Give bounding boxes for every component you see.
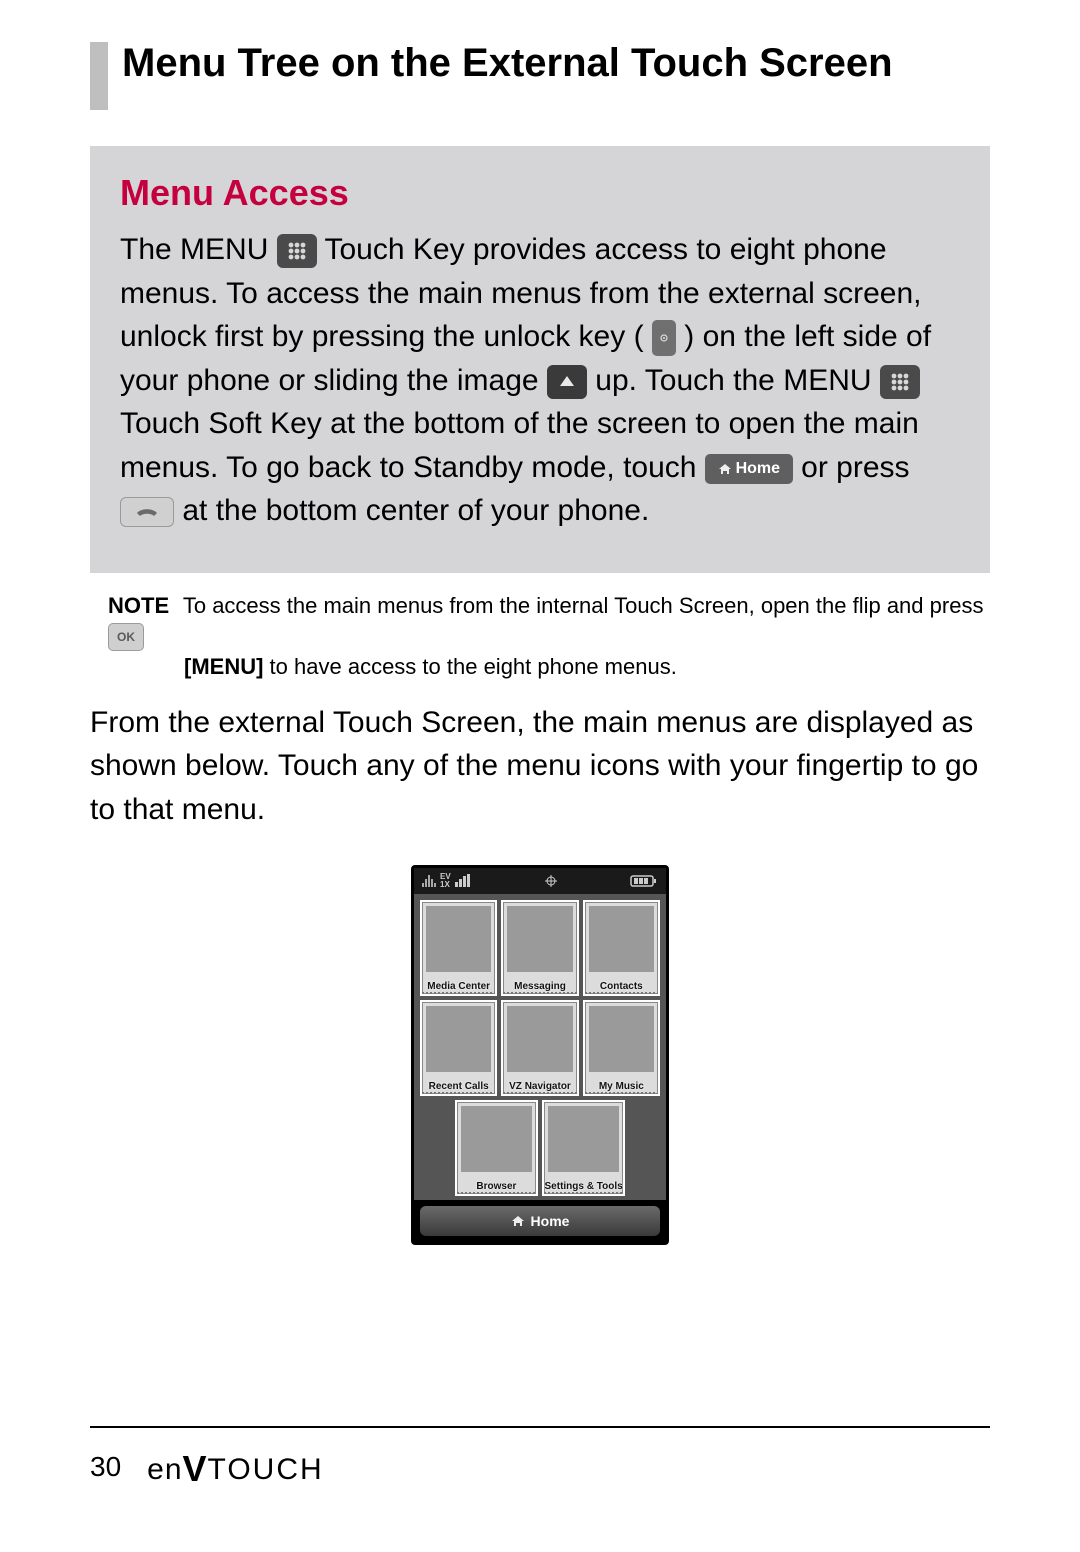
title-accent-bar — [90, 42, 108, 110]
page-title: Menu Tree on the External Touch Screen — [122, 40, 893, 86]
text-segment: The MENU — [120, 233, 277, 266]
menu-tile-my-music[interactable]: My Music — [583, 1000, 660, 1096]
home-icon — [511, 1214, 525, 1228]
note-label: NOTE — [108, 593, 169, 618]
battery-icon — [630, 874, 658, 888]
menu-tile-settings-tools[interactable]: Settings & Tools — [542, 1100, 625, 1196]
menu-tile-recent-calls[interactable]: Recent Calls — [420, 1000, 497, 1096]
note-block: NOTE To access the main menus from the i… — [90, 591, 990, 683]
note-line1: To access the main menus from the intern… — [183, 593, 984, 618]
brand-logo: enVTOUCH — [147, 1446, 324, 1488]
menu-tile-browser[interactable]: Browser — [455, 1100, 538, 1196]
callout-heading: Menu Access — [120, 172, 960, 214]
text-segment: or press — [801, 451, 909, 484]
menu-tile-messaging[interactable]: Messaging — [501, 900, 578, 996]
note-menu-bold: [MENU] — [184, 654, 263, 679]
page-footer: 30 enVTOUCH — [90, 1426, 990, 1488]
home-softkey-icon: Home — [705, 454, 793, 484]
note-line2-rest: to have access to the eight phone menus. — [263, 654, 676, 679]
slide-up-icon — [547, 365, 587, 399]
text-segment: up. Touch the MENU — [595, 364, 880, 397]
end-key-icon — [120, 497, 174, 527]
network-label: EV 1X — [440, 873, 451, 889]
menu-key-icon — [880, 365, 920, 399]
home-softkey-label: Home — [736, 457, 780, 480]
text-segment: at the bottom center of your phone. — [182, 494, 649, 527]
page-title-row: Menu Tree on the External Touch Screen — [90, 40, 990, 110]
callout-body: The MENU Touch Key provides access to ei… — [120, 228, 960, 533]
gps-icon — [545, 875, 557, 887]
page-number: 30 — [90, 1451, 121, 1483]
after-note-paragraph: From the external Touch Screen, the main… — [90, 701, 990, 832]
menu-access-callout: Menu Access The MENU Touch Key provides … — [90, 146, 990, 573]
phone-home-label: Home — [531, 1213, 570, 1229]
phone-home-bar[interactable]: Home — [420, 1206, 660, 1236]
menu-tile-contacts[interactable]: Contacts — [583, 900, 660, 996]
signal-icon — [422, 874, 436, 888]
menu-tile-media-center[interactable]: Media Center — [420, 900, 497, 996]
ok-key-icon: OK — [108, 623, 144, 651]
unlock-key-icon — [652, 320, 676, 356]
phone-status-bar: EV 1X — [414, 868, 666, 894]
menu-tile-vz-navigator[interactable]: VZ Navigator — [501, 1000, 578, 1096]
menu-key-icon — [277, 234, 317, 268]
bars-icon — [455, 874, 473, 888]
phone-screenshot: EV 1X Media Center Messaging Contacts Re… — [90, 865, 990, 1245]
text-segment: Touch Soft Key at the bottom of the scre… — [120, 407, 919, 484]
